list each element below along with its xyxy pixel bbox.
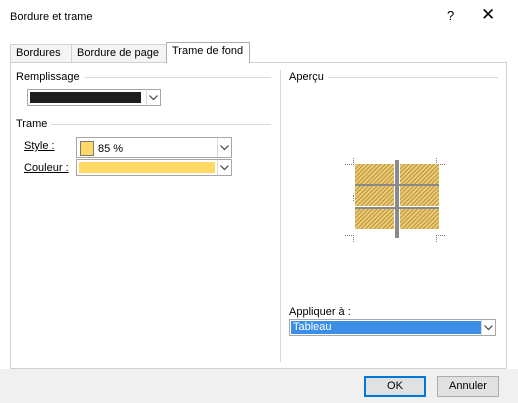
preview-corner xyxy=(345,195,354,201)
remplissage-rule xyxy=(85,77,271,78)
button-bar: OK Annuler xyxy=(0,369,518,403)
preview-cell xyxy=(355,209,394,229)
tab-bordure-de-page-label: Bordure de page xyxy=(77,47,159,59)
apercu-rule xyxy=(325,77,498,78)
tab-bordure-de-page[interactable]: Bordure de page xyxy=(71,44,172,63)
remplissage-heading: Remplissage xyxy=(16,71,84,83)
close-icon[interactable]: ✕ xyxy=(481,5,495,25)
preview-cell xyxy=(400,209,439,229)
preview-cell xyxy=(355,164,394,184)
chevron-down-icon[interactable] xyxy=(481,320,495,335)
style-label: Style : xyxy=(24,140,55,152)
style-label-text: Style : xyxy=(24,140,55,152)
appliquer-label: Appliquer à : xyxy=(289,306,351,318)
preview-corner xyxy=(436,235,445,242)
apercu-heading: Aperçu xyxy=(289,71,328,83)
appliquer-dropdown[interactable]: Tableau xyxy=(289,319,496,336)
appliquer-value: Tableau xyxy=(291,321,481,334)
chevron-down-icon[interactable] xyxy=(217,160,231,175)
panel-divider xyxy=(280,70,281,362)
tab-bordures-label: Bordures xyxy=(16,47,61,59)
couleur-dropdown[interactable] xyxy=(76,159,232,176)
preview-cell xyxy=(355,186,394,206)
couleur-swatch xyxy=(79,162,215,173)
help-button[interactable]: ? xyxy=(447,8,454,23)
style-value: 85 % xyxy=(98,143,124,155)
preview-cell xyxy=(400,186,439,206)
cancel-button[interactable]: Annuler xyxy=(437,376,499,397)
style-dropdown[interactable]: 85 % xyxy=(76,137,232,158)
style-swatch xyxy=(80,141,94,156)
remplissage-color-dropdown[interactable] xyxy=(27,89,161,106)
tab-trame-de-fond[interactable]: Trame de fond xyxy=(166,42,250,63)
ok-button[interactable]: OK xyxy=(364,376,426,397)
trame-heading: Trame xyxy=(16,118,52,130)
preview-cell xyxy=(400,164,439,184)
chevron-down-icon[interactable] xyxy=(217,138,231,157)
chevron-down-icon[interactable] xyxy=(146,90,160,105)
tab-bordures[interactable]: Bordures xyxy=(10,44,73,63)
tab-trame-de-fond-label: Trame de fond xyxy=(172,45,244,57)
couleur-label-text: Couleur : xyxy=(24,162,69,174)
preview-area xyxy=(345,158,445,242)
dialog-title: Bordure et trame xyxy=(10,11,93,23)
remplissage-color-swatch xyxy=(30,92,141,103)
preview-corner xyxy=(345,235,354,242)
preview-gridline xyxy=(395,160,399,238)
trame-rule xyxy=(46,124,271,125)
couleur-label: Couleur : xyxy=(24,162,69,174)
preview-corner xyxy=(345,158,354,165)
